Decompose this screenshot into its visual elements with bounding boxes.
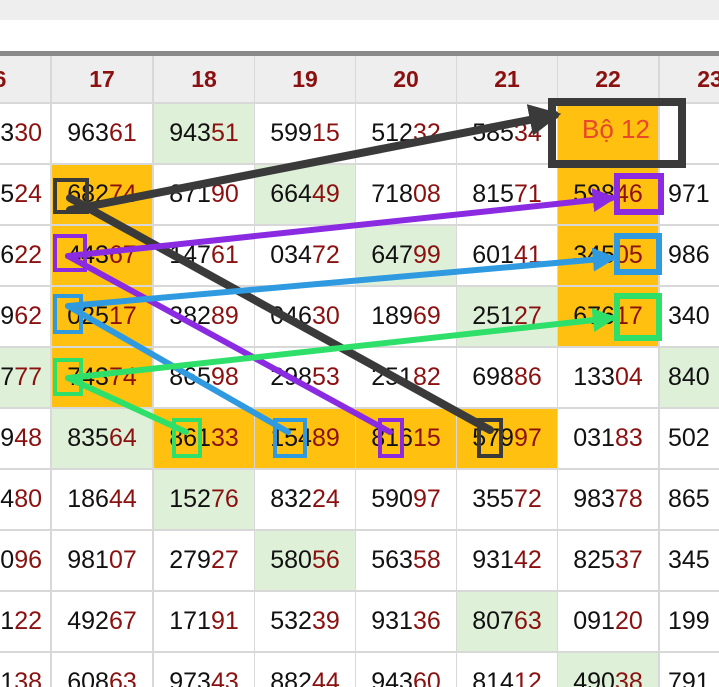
green-arrow xyxy=(65,308,617,381)
blue-line xyxy=(65,303,291,435)
blue-arrow xyxy=(65,247,617,309)
black-arrow xyxy=(66,104,562,214)
annotation-label: Bộ 12 xyxy=(582,113,650,144)
purple-box-46 xyxy=(614,173,664,215)
green-line xyxy=(65,375,189,435)
purple-arrow xyxy=(65,188,617,259)
green-box-17 xyxy=(614,293,662,341)
annotation-overlay xyxy=(53,98,686,458)
blue-box-05 xyxy=(614,233,662,275)
